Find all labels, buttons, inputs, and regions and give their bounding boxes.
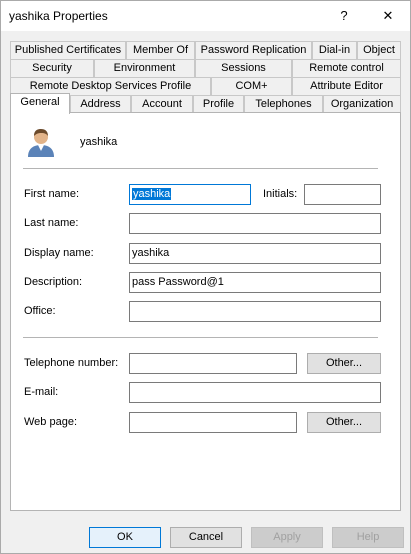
tab-profile[interactable]: Profile	[193, 95, 244, 113]
help-icon[interactable]: ?	[333, 5, 355, 27]
general-panel: yashika First name: yashika Initials: La…	[10, 112, 401, 511]
initials-field[interactable]	[304, 184, 381, 205]
divider	[23, 168, 378, 169]
first-name-label: First name:	[24, 188, 80, 200]
tab-security[interactable]: Security	[10, 59, 94, 77]
help-button[interactable]: Help	[332, 527, 404, 548]
title-bar: yashika Properties ? ✕	[1, 1, 410, 31]
tab-member-of[interactable]: Member Of	[126, 41, 195, 59]
properties-dialog: yashika Properties ? ✕ Published Certifi…	[0, 0, 411, 554]
webpage-label: Web page:	[24, 416, 78, 428]
last-name-field[interactable]	[129, 213, 381, 234]
tab-general[interactable]: General	[10, 93, 70, 114]
webpage-other-button[interactable]: Other...	[307, 412, 381, 433]
apply-button[interactable]: Apply	[251, 527, 323, 548]
tab-dial-in[interactable]: Dial-in	[312, 41, 357, 59]
tab-sessions[interactable]: Sessions	[195, 59, 292, 77]
tab-address[interactable]: Address	[70, 95, 131, 113]
office-label: Office:	[24, 305, 56, 317]
email-label: E-mail:	[24, 386, 59, 398]
telephone-field[interactable]	[129, 353, 297, 374]
tab-object[interactable]: Object	[357, 41, 401, 59]
ok-button[interactable]: OK	[89, 527, 161, 548]
tab-attribute-editor[interactable]: Attribute Editor	[292, 77, 401, 95]
user-display-name: yashika	[80, 136, 118, 148]
telephone-label: Telephone number:	[24, 357, 119, 369]
tab-organization[interactable]: Organization	[323, 95, 401, 113]
initials-label: Initials:	[263, 188, 298, 200]
divider	[23, 337, 378, 338]
close-icon[interactable]: ✕	[377, 5, 399, 27]
window-title: yashika Properties	[9, 9, 108, 23]
telephone-other-button[interactable]: Other...	[307, 353, 381, 374]
first-name-value: yashika	[132, 188, 172, 200]
cancel-button[interactable]: Cancel	[170, 527, 242, 548]
email-field[interactable]	[129, 382, 381, 403]
description-label: Description:	[24, 276, 83, 288]
tab-com-plus[interactable]: COM+	[211, 77, 292, 95]
tab-password-replication[interactable]: Password Replication	[195, 41, 312, 59]
tab-environment[interactable]: Environment	[94, 59, 195, 77]
display-name-field[interactable]: yashika	[129, 243, 381, 264]
office-field[interactable]	[129, 301, 381, 322]
tab-account[interactable]: Account	[131, 95, 193, 113]
tab-telephones[interactable]: Telephones	[244, 95, 323, 113]
webpage-field[interactable]	[129, 412, 297, 433]
description-field[interactable]: pass Password@1	[129, 272, 381, 293]
tab-remote-control[interactable]: Remote control	[292, 59, 401, 77]
tab-published-certificates[interactable]: Published Certificates	[10, 41, 126, 59]
display-name-label: Display name:	[24, 247, 94, 259]
first-name-field[interactable]: yashika	[129, 184, 251, 205]
last-name-label: Last name:	[24, 217, 79, 229]
user-icon	[25, 126, 57, 158]
